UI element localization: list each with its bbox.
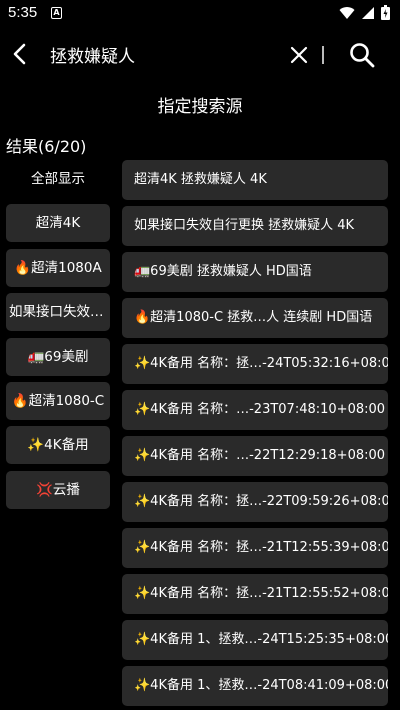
- result-item[interactable]: ✨4K备用 1、拯救…-24T15:25:35+08:00: [122, 620, 388, 660]
- result-count: 结果(6/20): [6, 137, 87, 156]
- battery-icon: [381, 5, 390, 20]
- divider: [322, 46, 324, 64]
- result-item[interactable]: ✨4K备用 名称：…-23T07:48:10+08:00: [122, 390, 388, 430]
- back-arrow-icon: [13, 43, 26, 65]
- wifi-icon: [339, 6, 355, 19]
- result-item[interactable]: ✨4K备用 名称：拯…-22T09:59:26+08:00: [122, 482, 388, 522]
- status-time: 5:35: [8, 4, 38, 21]
- notification-a-icon: A: [51, 7, 62, 19]
- source-filter-item[interactable]: 🔥超清1080-C: [6, 382, 110, 420]
- result-item[interactable]: ✨4K备用 名称：拯…-21T12:55:52+08:00: [122, 574, 388, 614]
- result-item[interactable]: 🔥超清1080-C 拯救…人 连续剧 HD国语: [122, 298, 388, 338]
- status-icons: [339, 5, 390, 20]
- source-title[interactable]: 指定搜索源: [0, 92, 400, 117]
- show-all-button[interactable]: 全部显示: [6, 162, 110, 196]
- result-item[interactable]: ✨4K备用 名称：…-22T12:29:18+08:00: [122, 436, 388, 476]
- source-filter-item[interactable]: ✨4K备用: [6, 426, 110, 464]
- search-button[interactable]: [346, 38, 378, 72]
- search-bar: 拯救嫌疑人: [0, 30, 400, 78]
- source-filter-item[interactable]: 如果接口失效自..: [6, 293, 110, 331]
- back-button[interactable]: [6, 38, 34, 70]
- result-item[interactable]: 超清4K 拯救嫌疑人 4K: [122, 160, 388, 200]
- result-item[interactable]: 如果接口失效自行更换 拯救嫌疑人 4K: [122, 206, 388, 246]
- search-icon: [350, 43, 375, 68]
- result-item[interactable]: ✨4K备用 名称：拯…-24T05:32:16+08:00: [122, 344, 388, 384]
- source-filter-item[interactable]: 超清4K: [6, 204, 110, 242]
- result-item[interactable]: 🚛69美剧 拯救嫌疑人 HD国语: [122, 252, 388, 292]
- signal-icon: [362, 6, 374, 19]
- result-item[interactable]: ✨4K备用 名称：拯…-21T12:55:39+08:00: [122, 528, 388, 568]
- source-filter-item[interactable]: 🚛69美剧: [6, 338, 110, 376]
- search-input[interactable]: 拯救嫌疑人: [50, 42, 135, 67]
- close-icon: [290, 46, 308, 64]
- status-bar: 5:35 A: [0, 0, 400, 28]
- clear-button[interactable]: [286, 42, 312, 68]
- source-filter-item[interactable]: 💢云播: [6, 471, 110, 509]
- result-item[interactable]: ✨4K备用 1、拯救…-24T08:41:09+08:00: [122, 666, 388, 706]
- source-filter-item[interactable]: 🔥超清1080A: [6, 249, 110, 287]
